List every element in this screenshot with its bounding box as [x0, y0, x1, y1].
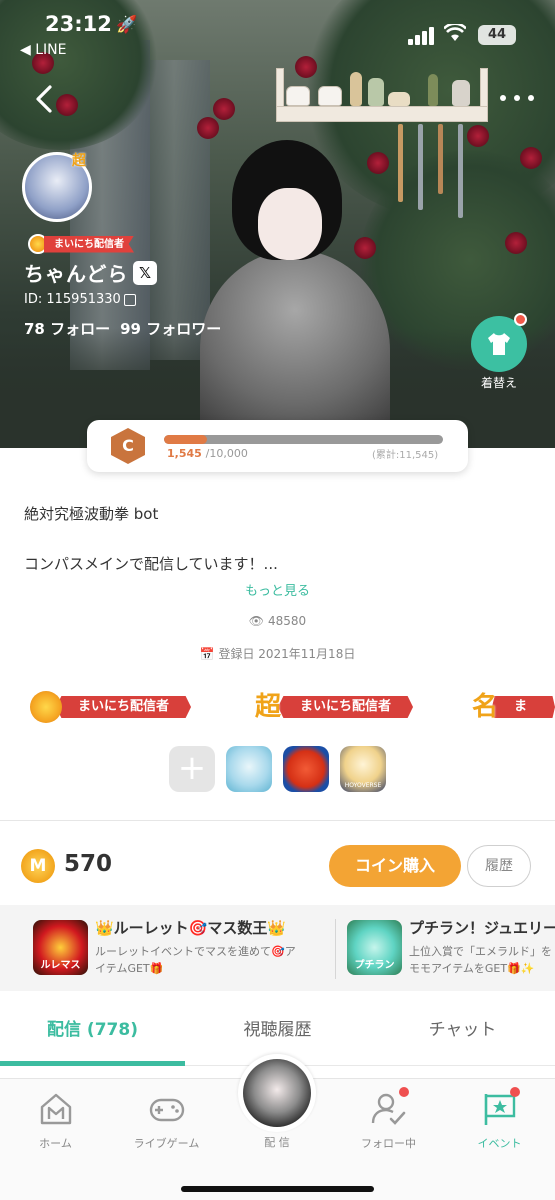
nav-live-game[interactable]: ライブゲーム: [111, 1089, 222, 1169]
status-time: 23:12: [45, 12, 112, 36]
dress-up-label: 着替え: [480, 376, 517, 390]
badge-daily[interactable]: まいにち配信者: [30, 691, 192, 723]
super-badge-icon: 超: [72, 153, 86, 169]
buy-coins-button[interactable]: コイン購入: [329, 845, 461, 887]
x-link-icon[interactable]: 𝕏: [133, 261, 157, 285]
nav-broadcast[interactable]: [238, 1054, 316, 1132]
copy-icon[interactable]: [124, 294, 136, 306]
kitchen-shelf: [276, 68, 488, 218]
spatula-icon: [398, 124, 403, 202]
rank-badge-icon: C: [111, 428, 145, 464]
chevron-left-icon: [36, 85, 52, 113]
rocket-icon: 🚀: [116, 15, 138, 35]
back-button[interactable]: [30, 84, 60, 114]
badge-famous-daily[interactable]: 名 まいにち配信者: [472, 692, 555, 722]
tab-chat[interactable]: チャット: [370, 1008, 555, 1052]
event-thumbnail: ルレマス: [33, 920, 88, 975]
home-icon: [36, 1089, 76, 1129]
super-badge-icon: 超: [254, 692, 281, 722]
bottle-icon: [428, 74, 438, 106]
badges-row[interactable]: まいにち配信者 超 まいにち配信者 名 まいにち配信者: [0, 688, 555, 724]
level-progress-fill: [164, 435, 208, 444]
nav-following[interactable]: フォロー中: [333, 1087, 444, 1169]
pot-icon: [286, 86, 310, 106]
coin-history-button[interactable]: 履歴: [467, 845, 531, 887]
daily-streamer-label: まいにち配信者: [44, 235, 134, 253]
more-dots-icon: [500, 95, 506, 101]
home-indicator: [181, 1186, 374, 1192]
event-thumbnail: プチラン: [347, 920, 402, 975]
notification-dot: [398, 1087, 409, 1097]
game-icon[interactable]: HOYOVERSE: [340, 746, 386, 792]
following-count[interactable]: 78 フォロー: [24, 320, 110, 338]
rose-decoration: [505, 232, 527, 254]
add-game-button[interactable]: +: [169, 746, 215, 792]
nav-broadcast-label: 配 信: [264, 1136, 290, 1149]
more-options-button[interactable]: [497, 86, 537, 110]
follower-count[interactable]: 99 フォロワー: [120, 320, 221, 338]
gamepad-icon: [147, 1089, 187, 1129]
calendar-icon: 📅: [199, 647, 215, 661]
signal-icon: [408, 27, 438, 45]
daily-streamer-badge: まいにち配信者: [28, 234, 134, 254]
pot-icon: [318, 86, 342, 106]
event-petit-ranking[interactable]: プチラン プチラン！ジュエリー 上位入賞で「エメラルド」を モモアイテムをGET🎁…: [347, 905, 555, 991]
level-progress-text: 1,545 /10,000: [167, 447, 248, 460]
back-to-app-link[interactable]: ◀ LINE: [20, 42, 66, 58]
nav-home[interactable]: ホーム: [0, 1089, 111, 1169]
nav-event[interactable]: イベント: [444, 1087, 555, 1169]
coin-icon: M: [21, 849, 55, 883]
tab-watch-history[interactable]: 視聴履歴: [185, 1008, 370, 1052]
badge-super-daily[interactable]: 超 まいにち配信者: [252, 692, 414, 722]
notification-dot: [514, 313, 527, 326]
follow-stats: 78 フォロー 99 フォロワー: [24, 318, 231, 339]
bottle-icon: [368, 78, 384, 106]
username: ちゃんどら: [24, 262, 129, 286]
tab-broadcasts[interactable]: 配信 (778): [0, 1008, 185, 1052]
ladle-icon: [458, 124, 463, 218]
divider: [0, 820, 555, 821]
wifi-icon: [443, 22, 467, 47]
shirt-icon: [488, 333, 510, 355]
rose-decoration: [197, 117, 219, 139]
eye-icon: 👁: [248, 614, 265, 628]
level-progress-bar: [164, 435, 443, 444]
show-more-link[interactable]: もっと見る: [0, 580, 555, 599]
rose-decoration: [520, 147, 542, 169]
view-count: 👁 48580: [248, 614, 307, 628]
avatar-character: [200, 140, 390, 448]
dish-icon: [388, 92, 410, 106]
fork-icon: [438, 124, 443, 194]
rose-decoration: [213, 98, 235, 120]
notification-dot: [509, 1087, 520, 1097]
famous-badge-icon: 名: [472, 692, 499, 722]
registration-date: 📅 登録日 2021年11月18日: [199, 647, 356, 661]
whisk-icon: [418, 124, 423, 210]
battery-icon: 44: [478, 25, 516, 45]
follow-check-icon: [369, 1087, 409, 1129]
game-icon[interactable]: [283, 746, 329, 792]
active-tab-indicator: [0, 1061, 185, 1066]
broadcast-avatar-icon: [243, 1059, 311, 1127]
bio-line: コンパスメインで配信しています！...: [24, 555, 278, 573]
event-flag-icon: [480, 1087, 520, 1129]
event-banner-row[interactable]: ルレマス 👑ルーレット🎯マス数王👑 ルーレットイベントでマスを進めて🎯ア イテムG…: [0, 905, 555, 991]
user-id: ID: 115951330: [24, 292, 121, 307]
jar-icon: [452, 80, 470, 106]
event-roulette[interactable]: ルレマス 👑ルーレット🎯マス数王👑 ルーレットイベントでマスを進めて🎯ア イテムG…: [33, 905, 333, 991]
jar-icon: [350, 72, 362, 106]
level-card[interactable]: C 1,545 /10,000 (累計:11,545): [87, 420, 468, 472]
game-icon[interactable]: [226, 746, 272, 792]
divider: [335, 919, 336, 979]
level-total: (累計:11,545): [372, 450, 439, 461]
bio-line: 絶対究極波動拳 bot: [24, 505, 159, 523]
sun-icon: [30, 691, 62, 723]
profile-hero: 23:12 🚀 ◀ LINE 44 超 まいにち配信者 ちゃんどら 𝕏 ID: …: [0, 0, 555, 448]
coin-balance: 570: [64, 851, 113, 877]
